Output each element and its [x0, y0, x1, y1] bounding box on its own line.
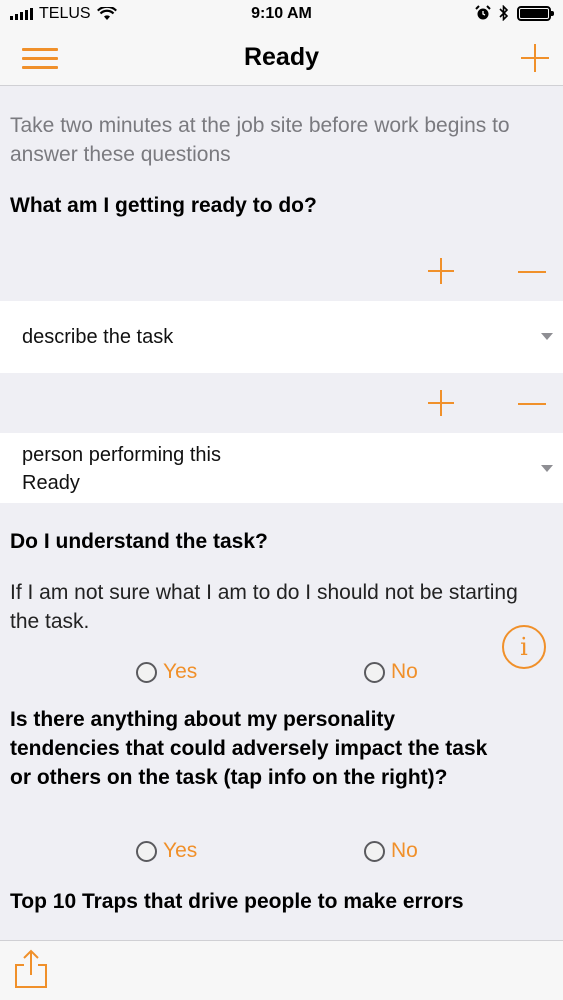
page-title: Ready [243, 43, 320, 71]
radio-circle-icon [364, 661, 385, 683]
understand-no-radio[interactable]: No [364, 660, 418, 684]
bluetooth-icon [499, 5, 509, 21]
status-right [475, 5, 554, 21]
person-select[interactable]: person performing this Ready [0, 433, 563, 503]
add-plus-icon[interactable] [521, 44, 549, 72]
chevron-down-icon [541, 333, 553, 340]
share-icon[interactable] [14, 949, 48, 989]
radio-label-yes: Yes [163, 660, 198, 683]
intro-text: Take two minutes at the job site before … [10, 114, 510, 166]
personality-no-radio[interactable]: No [364, 839, 418, 863]
battery-icon [517, 5, 554, 21]
person-select-line2: Ready [22, 472, 80, 494]
alarm-icon [475, 5, 491, 20]
section-heading-traps: Top 10 Traps that drive people to make e… [10, 890, 464, 913]
task-select-value: describe the task [22, 326, 174, 348]
radio-label-yes: Yes [163, 839, 198, 862]
personality-yes-radio[interactable]: Yes [136, 839, 197, 863]
nav-bar: Ready [0, 30, 563, 86]
info-icon[interactable]: i [502, 625, 546, 669]
radio-circle-icon [364, 840, 385, 862]
radio-circle-icon [136, 661, 157, 683]
section-heading-task: What am I getting ready to do? [10, 194, 317, 217]
remove-task-minus-icon[interactable] [518, 271, 546, 273]
understand-description: If I am not sure what I am to do I shoul… [10, 581, 518, 633]
radio-label-no: No [391, 660, 418, 683]
radio-label-no: No [391, 839, 418, 862]
understand-yes-radio[interactable]: Yes [136, 660, 197, 684]
section-heading-personality: Is there anything about my personality t… [10, 708, 488, 789]
radio-circle-icon [136, 840, 157, 862]
status-bar: TELUS 9:10 AM [0, 0, 563, 30]
task-select[interactable]: describe the task [0, 301, 563, 373]
section-heading-understand: Do I understand the task? [10, 530, 268, 553]
form-content[interactable]: Take two minutes at the job site before … [0, 87, 563, 940]
person-select-line1: person performing this [22, 444, 221, 466]
add-person-plus-icon[interactable] [428, 390, 454, 416]
add-task-plus-icon[interactable] [428, 258, 454, 284]
remove-person-minus-icon[interactable] [518, 403, 546, 405]
bottom-toolbar [0, 940, 563, 1000]
chevron-down-icon [541, 465, 553, 472]
